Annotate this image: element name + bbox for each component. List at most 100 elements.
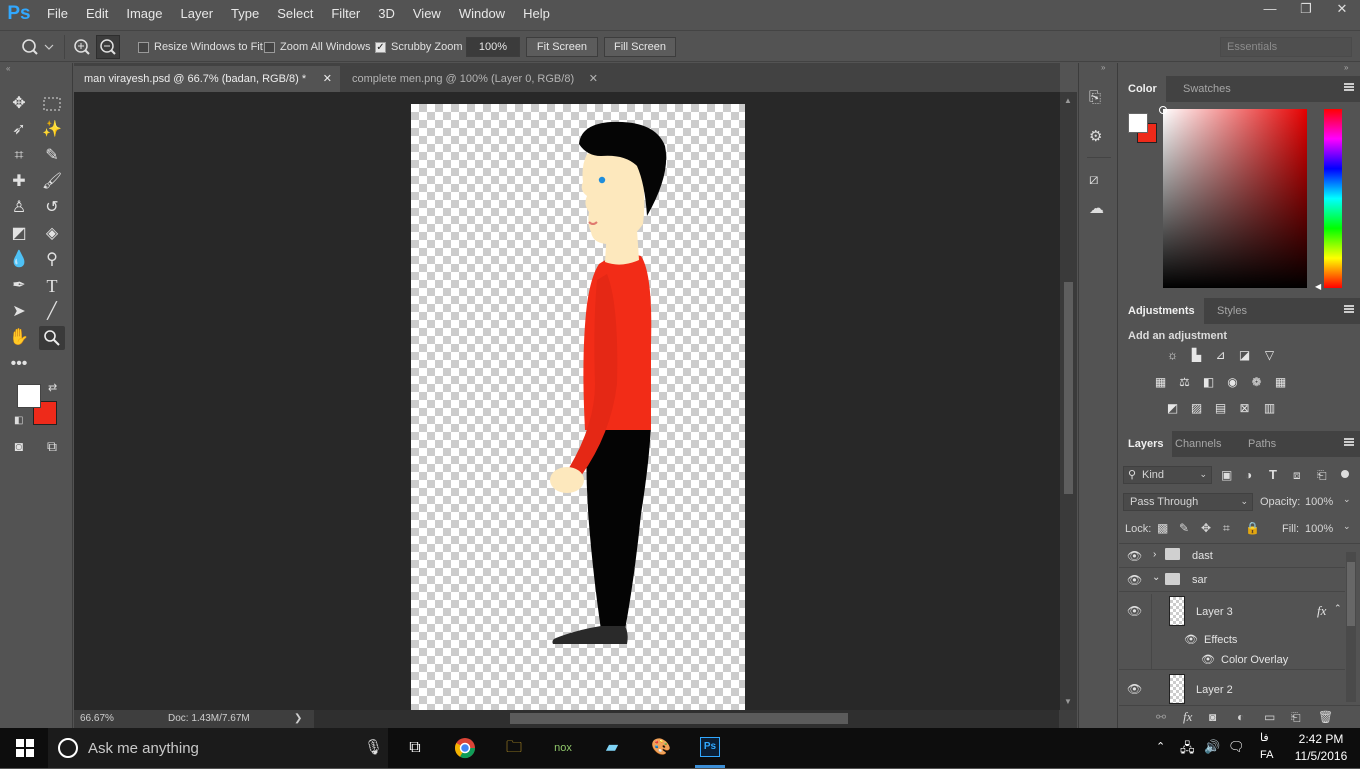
path-selection-icon[interactable]: ➤ — [6, 300, 32, 324]
paint-bucket-icon[interactable]: ◈ — [39, 222, 65, 246]
pen-tool-icon[interactable]: ✒ — [6, 274, 32, 298]
lock-transparency-icon[interactable]: ▩ — [1157, 521, 1168, 535]
input-language-native[interactable]: فا — [1260, 731, 1269, 744]
chevron-up-icon[interactable]: ⌃ — [1334, 603, 1342, 614]
invert-icon[interactable]: ◩ — [1165, 402, 1180, 415]
bw-icon[interactable]: ◧ — [1201, 376, 1216, 389]
line-tool-icon[interactable]: ╱ — [39, 300, 65, 324]
gradient-map-icon[interactable]: ▥ — [1262, 402, 1277, 415]
chevron-down-icon[interactable]: ⌄ — [1343, 494, 1351, 505]
clock-date[interactable]: 11/5/2016 — [1292, 749, 1350, 763]
color-balance-icon[interactable]: ⚖ — [1177, 376, 1192, 389]
eyedropper-icon[interactable]: ✎ — [39, 144, 65, 168]
add-style-icon[interactable]: fx — [1183, 709, 1192, 725]
menu-window[interactable]: Window — [450, 0, 514, 28]
color-field-picker[interactable] — [1163, 109, 1307, 288]
zoom-tool-icon[interactable] — [39, 326, 65, 350]
microphone-icon[interactable]: 🎙 — [364, 738, 383, 756]
eye-icon[interactable]: 👁 — [1201, 653, 1215, 666]
lock-position-icon[interactable]: ✥ — [1201, 521, 1211, 535]
zoom-in-icon[interactable] — [72, 37, 92, 57]
tab-layers[interactable]: Layers — [1119, 431, 1173, 457]
opacity-value[interactable]: 100% — [1305, 496, 1333, 508]
threshold-icon[interactable]: ▤ — [1213, 402, 1228, 415]
tab-color[interactable]: Color — [1119, 76, 1166, 102]
hue-slider-handle-icon[interactable]: ◀ — [1315, 282, 1321, 291]
marquee-tool-icon[interactable] — [39, 92, 65, 116]
hue-slider[interactable] — [1324, 109, 1342, 288]
document-canvas[interactable] — [411, 104, 745, 710]
filter-pixel-icon[interactable]: ▣ — [1221, 468, 1232, 482]
fit-screen-button[interactable]: Fit Screen — [526, 37, 598, 57]
paragraph-panel-icon[interactable]: ⧄ — [1089, 171, 1099, 188]
screen-mode-icon[interactable]: ⧉ — [39, 434, 65, 458]
dodge-tool-icon[interactable]: ⚲ — [39, 248, 65, 272]
eye-icon[interactable]: 👁 — [1127, 573, 1142, 587]
selective-color-icon[interactable]: ⊠ — [1237, 402, 1252, 415]
healing-brush-icon[interactable]: ✚ — [6, 170, 32, 194]
scrubby-zoom-checkbox[interactable]: ✓ Scrubby Zoom — [375, 39, 463, 55]
brightness-icon[interactable]: ☼ — [1165, 349, 1180, 362]
more-tools-icon[interactable]: ••• — [6, 352, 32, 376]
fill-screen-button[interactable]: Fill Screen — [604, 37, 676, 57]
layer-row-dast[interactable]: 👁 › dast — [1119, 544, 1345, 568]
notifications-icon[interactable]: 🗨 — [1228, 739, 1245, 755]
scroll-thumb[interactable] — [1064, 282, 1073, 494]
eye-icon[interactable]: 👁 — [1127, 549, 1142, 563]
link-layers-icon[interactable]: ⚯ — [1156, 710, 1166, 724]
history-brush-icon[interactable]: ↺ — [39, 196, 65, 220]
blur-tool-icon[interactable]: 💧 — [6, 248, 32, 272]
layer-row-layer-3[interactable]: 👁 Layer 3 fx ⌃ — [1119, 592, 1345, 670]
eye-icon[interactable]: 👁 — [1184, 633, 1198, 646]
filter-shape-icon[interactable]: ⧈ — [1293, 468, 1301, 483]
tab-styles[interactable]: Styles — [1208, 298, 1256, 324]
network-icon[interactable]: 🖧 — [1180, 739, 1195, 761]
posterize-icon[interactable]: ▨ — [1189, 402, 1204, 415]
menu-layer[interactable]: Layer — [172, 0, 223, 28]
horizontal-scrollbar[interactable] — [314, 710, 1059, 728]
menu-view[interactable]: View — [404, 0, 450, 28]
layers-scrollbar[interactable] — [1346, 552, 1356, 702]
channel-mixer-icon[interactable]: ❁ — [1249, 376, 1264, 389]
tray-chevron-icon[interactable]: ⌃ — [1156, 740, 1165, 753]
eye-icon[interactable]: 👁 — [1127, 604, 1142, 618]
collapse-panels-icon[interactable]: » — [1344, 63, 1348, 72]
curves-icon[interactable]: ⊿ — [1213, 349, 1228, 362]
foreground-color-swatch-top[interactable] — [17, 384, 41, 408]
libraries-panel-icon[interactable]: ☁ — [1089, 199, 1104, 217]
windows-start-icon[interactable] — [10, 734, 40, 762]
filter-type-icon[interactable]: T — [1269, 467, 1277, 482]
menu-filter[interactable]: Filter — [322, 0, 369, 28]
resize-windows-checkbox[interactable]: Resize Windows to Fit — [138, 39, 263, 55]
cortana-search-box[interactable]: Ask me anything 🎙 — [48, 728, 388, 768]
paint-app-icon[interactable]: 🎨 — [646, 734, 676, 762]
status-menu-arrow-icon[interactable]: ❯ — [294, 713, 302, 724]
delete-layer-icon[interactable]: 🗑 — [1318, 710, 1333, 724]
restore-button[interactable]: ❐ — [1288, 0, 1324, 20]
color-overlay-effect-row[interactable]: 👁 Color Overlay — [1119, 650, 1345, 670]
clock-time[interactable]: 2:42 PM — [1296, 732, 1346, 746]
swap-colors-icon[interactable]: ⇄ — [48, 381, 57, 394]
layer-row-sar[interactable]: 👁 ⌄ sar — [1119, 568, 1345, 592]
lock-pixels-icon[interactable]: ✎ — [1179, 521, 1189, 535]
close-icon[interactable]: ✕ — [589, 66, 598, 92]
tab-channels[interactable]: Channels — [1166, 431, 1230, 457]
menu-3d[interactable]: 3D — [369, 0, 404, 28]
crop-tool-icon[interactable]: ⌗ — [6, 144, 32, 168]
hue-sat-icon[interactable]: ▦ — [1153, 376, 1168, 389]
chevron-right-icon[interactable]: › — [1153, 549, 1156, 560]
close-button[interactable]: ✕ — [1324, 0, 1360, 20]
type-tool-icon[interactable]: T — [39, 274, 65, 298]
canvas-area[interactable] — [74, 92, 1060, 710]
hand-tool-icon[interactable]: ✋ — [6, 326, 32, 350]
task-view-icon[interactable]: ⧉ — [400, 734, 430, 762]
default-colors-icon[interactable]: ◧ — [14, 415, 23, 426]
color-lookup-icon[interactable]: ▦ — [1273, 376, 1288, 389]
expand-icon[interactable]: » — [1101, 63, 1105, 72]
picker-handle[interactable] — [1159, 106, 1167, 114]
close-icon[interactable]: ✕ — [323, 66, 332, 92]
zoom-tool-preset-icon[interactable] — [20, 37, 58, 57]
input-language[interactable]: FA — [1260, 749, 1273, 761]
clone-stamp-icon[interactable]: ♙ — [6, 196, 32, 220]
brush-tool-icon[interactable]: 🖌 — [39, 170, 65, 194]
